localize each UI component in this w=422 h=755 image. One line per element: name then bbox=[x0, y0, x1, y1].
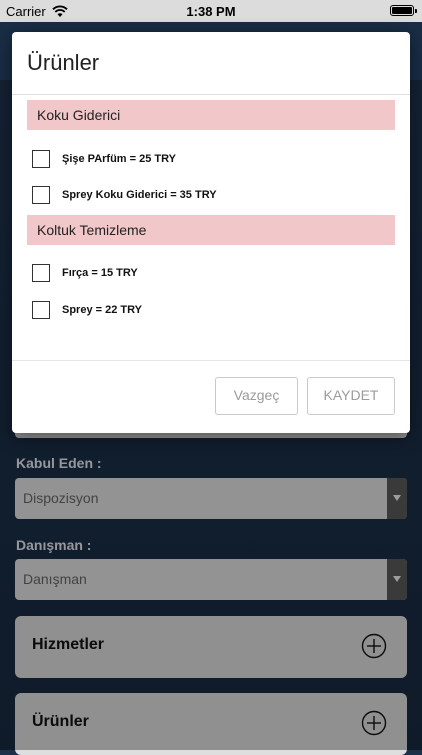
product-label: Sprey = 22 TRY bbox=[62, 304, 142, 316]
product-checkbox[interactable] bbox=[32, 150, 50, 168]
product-checkbox[interactable] bbox=[32, 186, 50, 204]
save-button[interactable]: KAYDET bbox=[307, 377, 395, 415]
product-label: Sprey Koku Giderici = 35 TRY bbox=[62, 189, 217, 201]
product-checkbox[interactable] bbox=[32, 264, 50, 282]
status-time: 1:38 PM bbox=[186, 4, 236, 19]
battery-icon bbox=[390, 5, 417, 16]
category-header: Koku Giderici bbox=[27, 100, 395, 130]
dialog-title: Ürünler bbox=[27, 50, 100, 75]
cancel-button[interactable]: Vazgeç bbox=[215, 377, 298, 415]
product-checkbox[interactable] bbox=[32, 301, 50, 319]
divider bbox=[12, 360, 410, 361]
product-label: Fırça = 15 TRY bbox=[62, 267, 138, 279]
status-bar: Carrier 1:38 PM bbox=[0, 0, 422, 22]
product-label: Şişe PArfüm = 25 TRY bbox=[62, 153, 177, 165]
category-label: Koltuk Temizleme bbox=[37, 222, 147, 238]
category-header: Koltuk Temizleme bbox=[27, 215, 395, 245]
category-label: Koku Giderici bbox=[37, 107, 121, 123]
products-dialog: Ürünler Koku Giderici Şişe PArfüm = 25 T… bbox=[12, 32, 410, 433]
divider bbox=[12, 94, 410, 95]
